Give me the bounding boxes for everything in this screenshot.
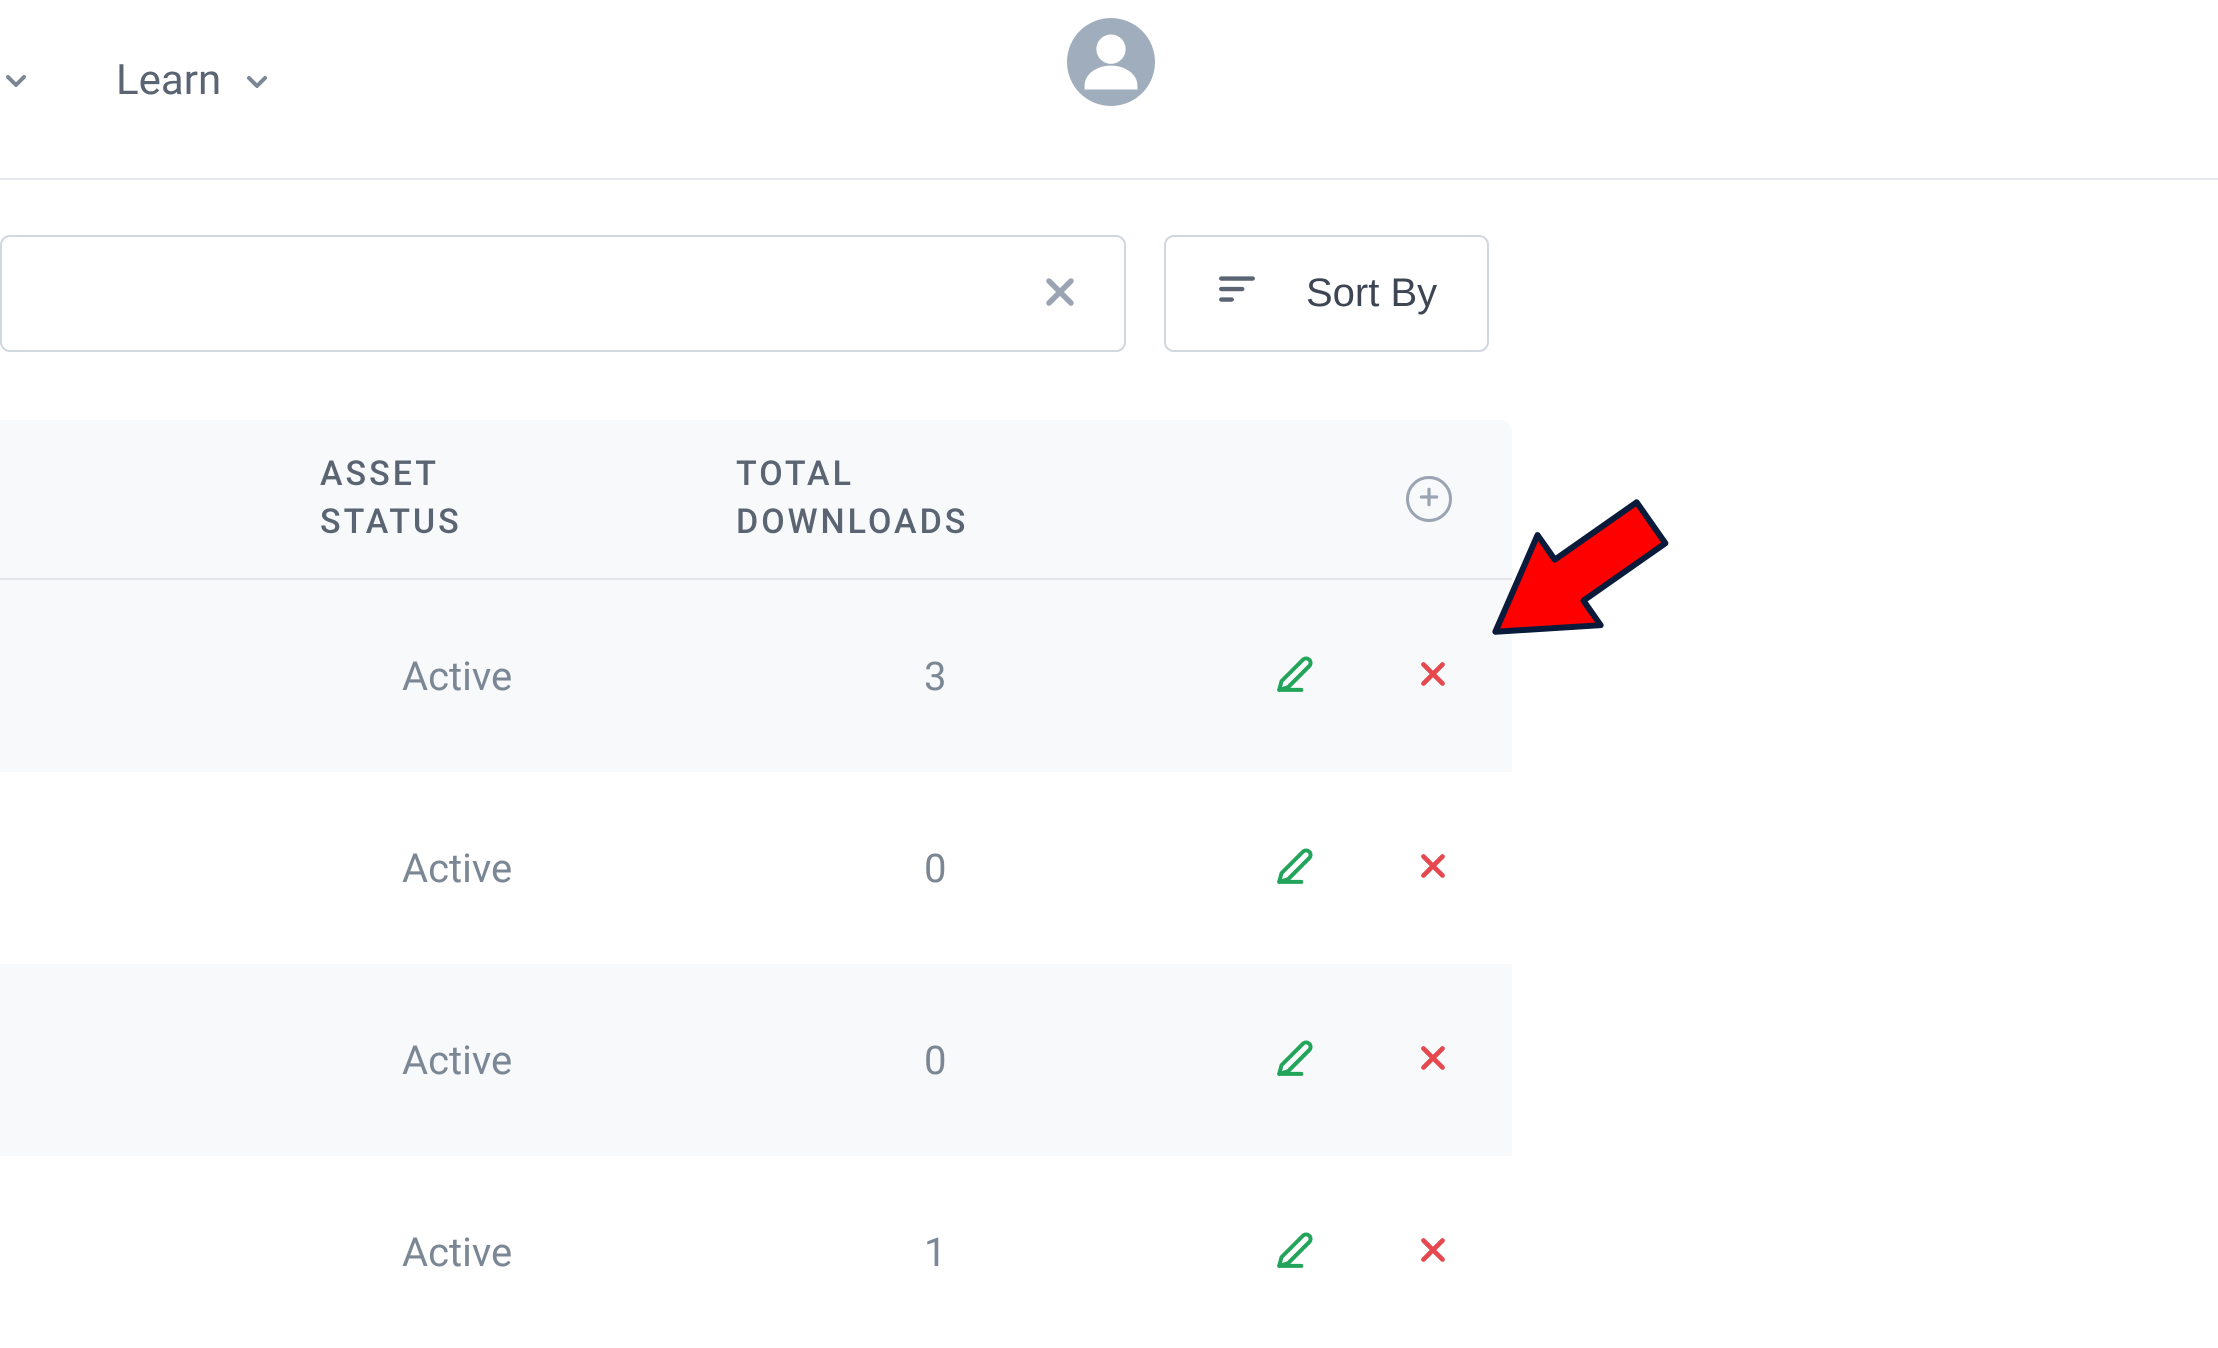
- cell-status: Active: [402, 1229, 512, 1276]
- cell-downloads: 3: [924, 653, 946, 700]
- cell-downloads: 0: [924, 845, 946, 892]
- cell-status: Active: [402, 653, 512, 700]
- edit-icon[interactable]: [1276, 1231, 1314, 1273]
- cell-downloads: 1: [924, 1229, 946, 1276]
- header-divider: [0, 178, 2218, 180]
- row-actions: [1276, 655, 1452, 697]
- close-icon[interactable]: [1414, 847, 1452, 889]
- row-actions: [1276, 847, 1452, 889]
- sort-icon: [1216, 268, 1258, 320]
- nav-item-learn[interactable]: Learn: [116, 52, 273, 109]
- close-icon[interactable]: [1414, 1231, 1452, 1273]
- top-header: Learn: [0, 0, 2218, 170]
- sort-button-label: Sort By: [1306, 271, 1437, 316]
- edit-icon[interactable]: [1276, 1039, 1314, 1081]
- edit-icon[interactable]: [1276, 847, 1314, 889]
- cell-status: Active: [402, 845, 512, 892]
- assets-table: ASSET STATUS TOTAL DOWNLOADS Active 3: [0, 420, 1512, 1348]
- controls-row: Sort By: [0, 235, 1489, 352]
- edit-icon[interactable]: [1276, 655, 1314, 697]
- table-body: Active 3 Active 0: [0, 580, 1512, 1348]
- nav-item-label: Learn: [116, 56, 221, 105]
- table-row: Active 3: [0, 580, 1512, 772]
- row-actions: [1276, 1039, 1452, 1081]
- avatar[interactable]: [1067, 18, 1155, 106]
- sort-by-button[interactable]: Sort By: [1164, 235, 1489, 352]
- table-header: ASSET STATUS TOTAL DOWNLOADS: [0, 420, 1512, 580]
- column-header-total-downloads: TOTAL DOWNLOADS: [736, 451, 968, 546]
- close-icon[interactable]: [1414, 655, 1452, 697]
- cell-status: Active: [402, 1037, 512, 1084]
- close-icon[interactable]: [1038, 270, 1082, 318]
- search-input[interactable]: [0, 235, 1126, 352]
- table-row: Active 0: [0, 772, 1512, 964]
- chevron-down-icon[interactable]: [0, 65, 32, 101]
- table-row: Active 1: [0, 1156, 1512, 1348]
- close-icon[interactable]: [1414, 1039, 1452, 1081]
- table-row: Active 0: [0, 964, 1512, 1156]
- chevron-down-icon: [241, 60, 273, 109]
- plus-icon: [1416, 484, 1442, 514]
- row-actions: [1276, 1231, 1452, 1273]
- cell-downloads: 0: [924, 1037, 946, 1084]
- column-header-asset-status: ASSET STATUS: [320, 451, 462, 546]
- add-button[interactable]: [1406, 476, 1452, 522]
